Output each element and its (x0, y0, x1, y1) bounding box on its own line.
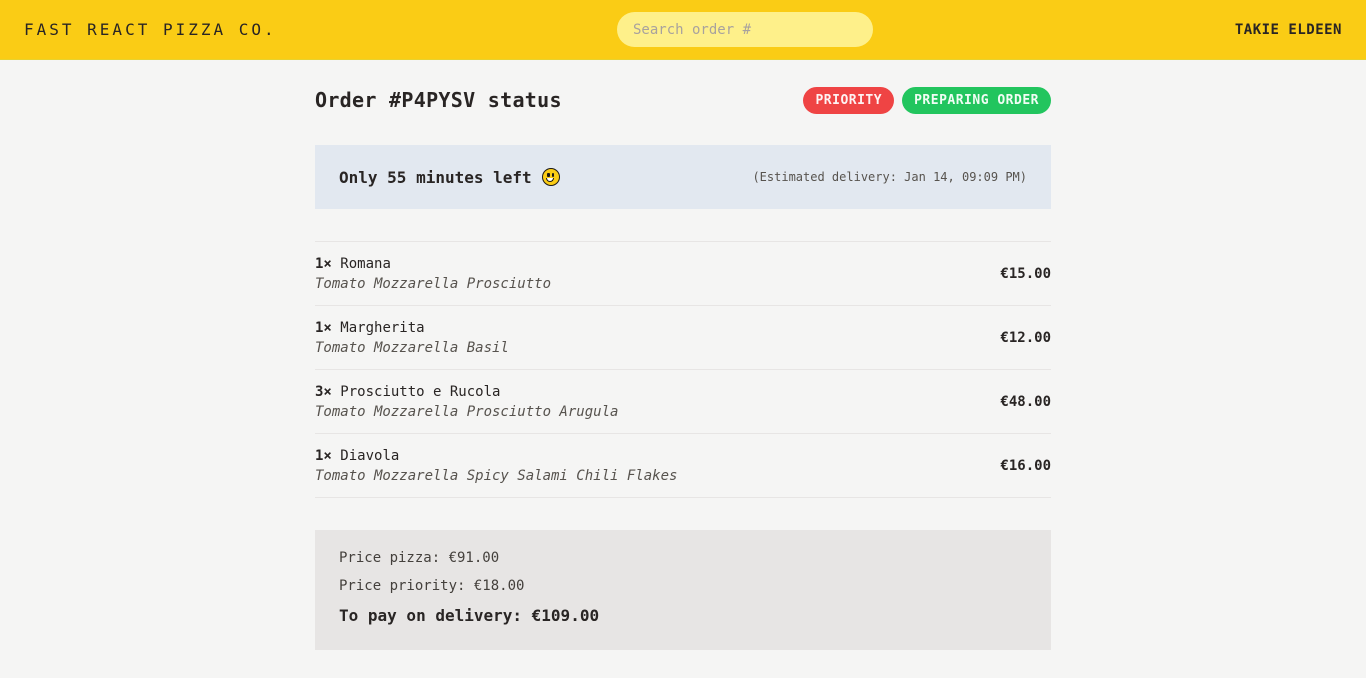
status-badges: PRIORITY PREPARING ORDER (803, 86, 1051, 114)
order-totals: Price pizza: €91.00 Price priority: €18.… (315, 530, 1051, 650)
page-title: Order #P4PYSV status (315, 88, 562, 112)
price-pizza: Price pizza: €91.00 (339, 550, 500, 566)
item-price: €15.00 (1000, 265, 1051, 282)
status-badge: PREPARING ORDER (902, 86, 1051, 114)
search-order-input[interactable] (617, 12, 873, 47)
item-price: €48.00 (1000, 393, 1051, 410)
list-item: 1× Romana Tomato Mozzarella Prosciutto €… (315, 242, 1051, 306)
username: TAKIE ELDEEN (1234, 21, 1342, 38)
item-quantity: 3× (315, 383, 332, 400)
logo-link[interactable]: FAST REACT PIZZA CO. (24, 20, 277, 39)
to-pay-on-delivery: To pay on delivery: €109.00 (339, 606, 600, 625)
priority-badge: PRIORITY (803, 86, 895, 114)
item-quantity: 1× (315, 447, 332, 464)
list-item: 1× Diavola Tomato Mozzarella Spicy Salam… (315, 434, 1051, 498)
item-quantity: 1× (315, 255, 332, 272)
app-header: FAST REACT PIZZA CO. TAKIE ELDEEN (0, 0, 1366, 60)
item-name: Diavola (340, 447, 400, 464)
item-name: Prosciutto e Rucola (340, 383, 501, 400)
item-ingredients: Tomato Mozzarella Spicy Salami Chili Fla… (315, 467, 678, 484)
item-price: €16.00 (1000, 457, 1051, 474)
estimated-delivery: (Estimated delivery: Jan 14, 09:09 PM) (752, 170, 1027, 184)
item-price: €12.00 (1000, 329, 1051, 346)
order-items-list: 1× Romana Tomato Mozzarella Prosciutto €… (315, 241, 1051, 498)
item-ingredients: Tomato Mozzarella Prosciutto Arugula (315, 403, 619, 420)
order-title-row: Order #P4PYSV status PRIORITY PREPARING … (315, 86, 1051, 114)
item-ingredients: Tomato Mozzarella Basil (315, 339, 509, 356)
item-quantity: 1× (315, 319, 332, 336)
eta-countdown: Only 55 minutes left (339, 168, 560, 187)
item-name: Margherita (340, 319, 425, 336)
list-item: 1× Margherita Tomato Mozzarella Basil €1… (315, 306, 1051, 370)
delivery-eta-box: Only 55 minutes left (Estimated delivery… (315, 145, 1051, 209)
item-name: Romana (340, 255, 391, 272)
list-item: 3× Prosciutto e Rucola Tomato Mozzarella… (315, 370, 1051, 434)
eta-text: Only 55 minutes left (339, 167, 532, 187)
item-ingredients: Tomato Mozzarella Prosciutto (315, 275, 552, 292)
price-priority: Price priority: €18.00 (339, 578, 525, 594)
order-page: Order #P4PYSV status PRIORITY PREPARING … (315, 60, 1051, 650)
smiley-icon (541, 168, 560, 186)
